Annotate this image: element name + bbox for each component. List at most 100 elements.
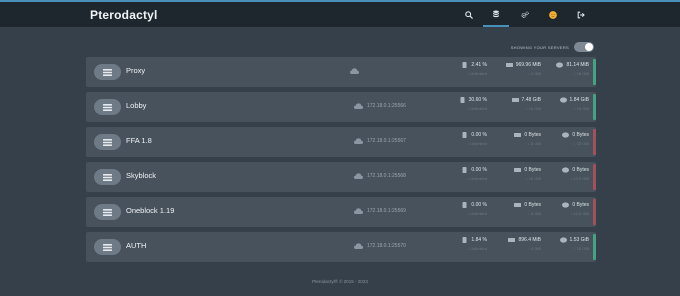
memory-usage: 969.96 MiB ↓ 4 GiB	[483, 62, 541, 84]
disk-limit: ↓ 15 GiB	[573, 246, 589, 251]
memory-limit: ↓ 4 GiB	[527, 246, 541, 251]
memory-icon	[514, 168, 522, 172]
server-row[interactable]: AUTH 172.18.0.1:25570 1.84 % ↓ Unlimited…	[86, 232, 596, 262]
memory-limit: ↓ 4 GiB	[527, 71, 541, 76]
memory-icon	[505, 63, 513, 67]
server-row[interactable]: Proxy 2.41 % ↓ Unlimited 969.96 MiB ↓ 4 …	[86, 57, 596, 87]
logout-button[interactable]	[568, 2, 594, 27]
memory-usage: 7.48 GiB ↓ 16 GiB	[483, 97, 541, 119]
cpu-limit: ↓ Unlimited	[467, 106, 487, 111]
disk-limit: ↓ 16 GiB	[573, 71, 589, 76]
settings-icon	[521, 11, 529, 18]
search-button[interactable]	[456, 2, 482, 27]
status-indicator	[593, 59, 596, 85]
status-indicator	[593, 94, 596, 120]
memory-usage: 0 Bytes ↓ 8 GiB	[483, 202, 541, 224]
memory-icon	[511, 98, 519, 102]
status-indicator	[593, 234, 596, 260]
account-button[interactable]	[540, 2, 566, 27]
server-address: 172.18.0.1:25566	[354, 103, 406, 109]
server-icon-badge	[94, 204, 121, 220]
server-name: Lobby	[126, 101, 147, 110]
server-name: FFA 1.8	[126, 136, 152, 145]
disk-icon	[559, 97, 567, 103]
memory-usage: 0 Bytes ↓ 16 GiB	[483, 167, 541, 189]
server-stack-icon	[103, 243, 112, 251]
disk-icon	[562, 132, 570, 138]
memory-usage: 896.4 MiB ↓ 4 GiB	[483, 237, 541, 259]
disk-usage: 1.53 GiB ↓ 15 GiB	[535, 237, 589, 259]
server-list: Proxy 2.41 % ↓ Unlimited 969.96 MiB ↓ 4 …	[86, 57, 596, 267]
server-address: 172.18.0.1:25567	[354, 138, 406, 144]
cpu-limit: ↓ Unlimited	[467, 71, 487, 76]
cpu-icon	[460, 97, 465, 103]
cpu-usage: 1.84 % ↓ Unlimited	[435, 237, 487, 259]
server-row[interactable]: FFA 1.8 172.18.0.1:25567 0.00 % ↓ Unlimi…	[86, 127, 596, 157]
network-icon	[350, 68, 359, 74]
server-icon-badge	[94, 239, 121, 255]
toggle-knob	[585, 43, 593, 51]
memory-limit: ↓ 16 GiB	[525, 176, 541, 181]
disk-limit: ↓ 12.5 GiB	[570, 211, 589, 216]
server-row[interactable]: Lobby 172.18.0.1:25566 30.60 % ↓ Unlimit…	[86, 92, 596, 122]
server-address: 172.18.0.1:25568	[354, 173, 406, 179]
server-address: 172.18.0.1:25570	[354, 243, 406, 249]
search-icon	[465, 10, 473, 19]
disk-usage: 0 Bytes ↓ 10.5 GiB	[535, 167, 589, 189]
cpu-icon	[462, 237, 467, 243]
cpu-usage: 0.00 % ↓ Unlimited	[435, 167, 487, 189]
avatar	[549, 10, 557, 19]
server-icon-badge	[94, 64, 121, 80]
memory-limit: ↓ 16 GiB	[525, 106, 541, 111]
memory-icon	[508, 238, 516, 242]
show-servers-toggle[interactable]	[574, 42, 594, 52]
top-navbar: Pterodactyl	[0, 0, 680, 27]
toggle-label: SHOWING YOUR SERVERS	[510, 44, 569, 50]
memory-icon	[514, 133, 522, 137]
server-address: 172.18.0.1:25569	[354, 208, 406, 214]
server-name: Skyblock	[126, 171, 157, 180]
cpu-usage: 2.41 % ↓ Unlimited	[435, 62, 487, 84]
disk-icon	[562, 202, 570, 208]
cpu-usage: 0.00 % ↓ Unlimited	[435, 202, 487, 224]
cpu-limit: ↓ Unlimited	[467, 141, 487, 146]
server-stack-icon	[103, 138, 112, 146]
disk-icon	[562, 167, 570, 173]
server-name: AUTH	[126, 241, 147, 250]
network-icon	[354, 243, 363, 249]
memory-limit: ↓ 8 GiB	[527, 141, 541, 146]
server-stack-icon	[103, 208, 112, 216]
network-icon	[354, 138, 363, 144]
cpu-usage: 30.60 % ↓ Unlimited	[435, 97, 487, 119]
memory-usage: 0 Bytes ↓ 8 GiB	[483, 132, 541, 154]
server-icon-badge	[94, 134, 121, 150]
servers-button[interactable]	[483, 2, 509, 27]
server-row[interactable]: Skyblock 172.18.0.1:25568 0.00 % ↓ Unlim…	[86, 162, 596, 192]
cpu-limit: ↓ Unlimited	[467, 211, 487, 216]
disk-limit: ↓ 15 GiB	[573, 106, 589, 111]
memory-icon	[514, 203, 522, 207]
server-row[interactable]: Oneblock 1.19 172.18.0.1:25569 0.00 % ↓ …	[86, 197, 596, 227]
servers-icon	[493, 10, 499, 17]
settings-button[interactable]	[512, 2, 538, 27]
server-name: Oneblock 1.19	[126, 206, 175, 215]
memory-limit: ↓ 8 GiB	[527, 211, 541, 216]
server-stack-icon	[103, 173, 112, 181]
disk-usage: 81.14 MiB ↓ 16 GiB	[535, 62, 589, 84]
disk-limit: ↓ 15 GiB	[573, 141, 589, 146]
cpu-limit: ↓ Unlimited	[467, 246, 487, 251]
disk-limit: ↓ 10.5 GiB	[570, 176, 589, 181]
server-visibility-toggle-group: SHOWING YOUR SERVERS	[511, 42, 594, 52]
network-icon	[354, 173, 363, 179]
status-indicator	[593, 164, 596, 190]
status-indicator	[593, 129, 596, 155]
server-name: Proxy	[126, 66, 146, 75]
cpu-icon	[462, 167, 467, 173]
footer-copyright: Pterodactyl® © 2015 - 2023	[312, 279, 368, 284]
logout-icon	[577, 11, 585, 18]
server-stack-icon	[103, 68, 112, 76]
disk-icon	[559, 237, 567, 243]
app-title[interactable]: Pterodactyl	[90, 8, 158, 22]
network-icon	[354, 103, 363, 109]
server-address	[350, 68, 363, 74]
